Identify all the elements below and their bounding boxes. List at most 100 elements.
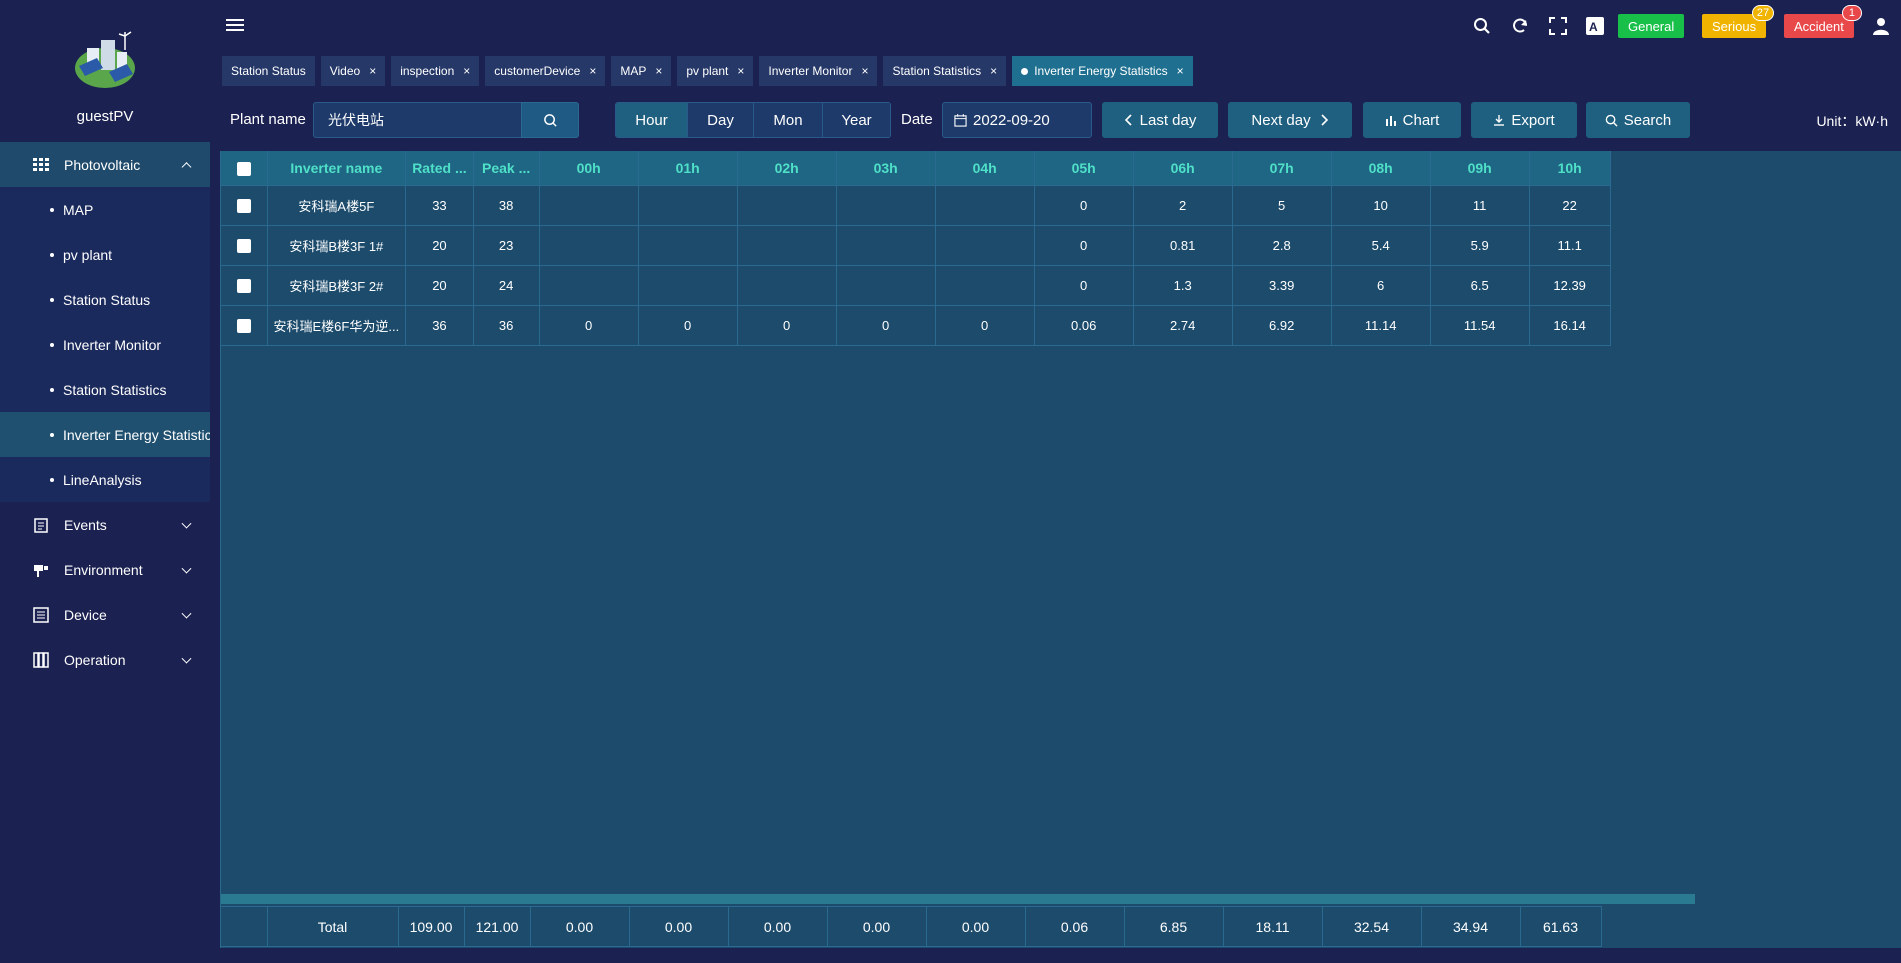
sidebar-item-label: LineAnalysis xyxy=(63,471,142,488)
menu-photovoltaic[interactable]: Photovoltaic xyxy=(0,142,210,187)
chevron-right-icon xyxy=(1319,114,1329,126)
period-year-button[interactable]: Year xyxy=(823,103,890,137)
search-icon[interactable] xyxy=(1472,16,1492,36)
table-row[interactable]: 安科瑞A楼5F 33 38 0 2 5 10 11 22 xyxy=(221,185,1611,226)
close-icon[interactable]: × xyxy=(463,64,470,78)
translate-icon[interactable]: A xyxy=(1585,16,1605,36)
select-all-checkbox[interactable] xyxy=(221,151,268,186)
table-cell xyxy=(836,225,936,266)
alarm-general-button[interactable]: General xyxy=(1618,14,1685,38)
tab-map[interactable]: MAP × xyxy=(611,56,672,86)
search-button[interactable]: Search xyxy=(1586,102,1690,138)
menu-label: Events xyxy=(64,516,107,533)
column-header[interactable]: 08h xyxy=(1331,151,1431,186)
date-picker[interactable]: 2022-09-20 xyxy=(942,102,1092,138)
total-cell: Total xyxy=(267,906,399,947)
column-header[interactable]: 02h xyxy=(737,151,837,186)
close-icon[interactable]: × xyxy=(655,64,662,78)
tab-bar: Station Status Video × inspection × custom… xyxy=(222,56,1193,86)
column-header[interactable]: 04h xyxy=(935,151,1035,186)
horizontal-scrollbar[interactable] xyxy=(221,894,1695,904)
fullscreen-icon[interactable] xyxy=(1548,16,1568,36)
row-checkbox[interactable] xyxy=(221,265,268,306)
total-cell: 121.00 xyxy=(464,906,531,947)
period-mon-button[interactable]: Mon xyxy=(754,103,823,137)
column-header[interactable]: 01h xyxy=(638,151,738,186)
plant-name-value: 光伏电站 xyxy=(328,112,384,128)
tab-label: Station Statistics xyxy=(892,64,982,78)
alarm-label: General xyxy=(1628,18,1675,34)
column-header[interactable]: 07h xyxy=(1232,151,1332,186)
column-header[interactable]: Inverter name xyxy=(267,151,407,186)
close-icon[interactable]: × xyxy=(1177,64,1184,78)
alarm-accident-button[interactable]: Accident 1 xyxy=(1784,5,1862,38)
chevron-left-icon xyxy=(1124,114,1134,126)
table-cell: 3.39 xyxy=(1232,265,1332,306)
menu-label: Device xyxy=(64,606,107,623)
column-header[interactable]: 09h xyxy=(1430,151,1530,186)
button-label: Search xyxy=(1623,111,1672,129)
table-row[interactable]: 安科瑞E楼6F华为逆... 36 36 0 0 0 0 0 0.06 2.74 6.92 11.14 1… xyxy=(221,305,1611,346)
plant-name-input[interactable]: 光伏电站 xyxy=(313,102,523,138)
period-hour-button[interactable]: Hour xyxy=(616,103,688,137)
total-table: Total 109.00 121.00 0.00 0.00 0.00 0.00 0.00 0.0… xyxy=(221,906,1602,947)
close-icon[interactable]: × xyxy=(861,64,868,78)
sidebar-item-inverter-monitor[interactable]: Inverter Monitor xyxy=(0,322,210,367)
tab-pv-plant[interactable]: pv plant × xyxy=(677,56,754,86)
menu-events[interactable]: Events xyxy=(0,502,210,547)
menu-label: Operation xyxy=(64,651,126,668)
table-header-row: Inverter name Rated ... Peak ... 00h 01h 02h 0… xyxy=(221,151,1611,186)
refresh-icon[interactable] xyxy=(1510,16,1530,36)
column-header[interactable]: 06h xyxy=(1133,151,1233,186)
column-header[interactable]: 05h xyxy=(1034,151,1134,186)
bullet-icon xyxy=(50,297,54,302)
close-icon[interactable]: × xyxy=(737,64,744,78)
tab-video[interactable]: Video × xyxy=(320,56,386,86)
sidebar-item-lineanalysis[interactable]: LineAnalysis xyxy=(0,457,210,502)
total-cell: 109.00 xyxy=(398,906,465,947)
tab-inverter-monitor[interactable]: Inverter Monitor × xyxy=(759,56,878,86)
column-header[interactable]: Peak ... xyxy=(473,151,540,186)
download-icon xyxy=(1493,114,1505,126)
tab-station-statistics[interactable]: Station Statistics × xyxy=(883,56,1007,86)
sidebar-item-inverter-energy-statistics[interactable]: Inverter Energy Statistics xyxy=(0,412,210,457)
tab-station-status[interactable]: Station Status xyxy=(222,56,315,86)
close-icon[interactable]: × xyxy=(990,64,997,78)
table-cell xyxy=(935,225,1035,266)
row-checkbox[interactable] xyxy=(221,305,268,346)
table-cell: 20 xyxy=(405,265,474,306)
alarm-serious-button[interactable]: Serious 27 xyxy=(1702,5,1775,38)
user-icon[interactable] xyxy=(1871,16,1891,36)
column-header[interactable]: 00h xyxy=(539,151,639,186)
period-day-button[interactable]: Day xyxy=(688,103,754,137)
bullet-icon xyxy=(50,387,54,392)
row-checkbox[interactable] xyxy=(221,225,268,266)
export-button[interactable]: Export xyxy=(1471,102,1577,138)
tab-inverter-energy-statistics[interactable]: Inverter Energy Statistics × xyxy=(1012,56,1193,86)
menu-operation[interactable]: Operation xyxy=(0,637,210,682)
menu-environment[interactable]: Environment xyxy=(0,547,210,592)
sidebar-item-station-status[interactable]: Station Status xyxy=(0,277,210,322)
last-day-button[interactable]: Last day xyxy=(1102,102,1218,138)
sidebar-item-map[interactable]: MAP xyxy=(0,187,210,232)
table-row[interactable]: 安科瑞B楼3F 2# 20 24 0 1.3 3.39 6 6.5 12.39 xyxy=(221,265,1611,306)
column-header[interactable]: 03h xyxy=(836,151,936,186)
column-header[interactable]: 10h xyxy=(1529,151,1611,186)
active-dot-icon xyxy=(1021,67,1029,75)
table-row[interactable]: 安科瑞B楼3F 1# 20 23 0 0.81 2.8 5.4 5.9 11.1 xyxy=(221,225,1611,266)
svg-text:A: A xyxy=(1589,20,1598,34)
row-checkbox[interactable] xyxy=(221,185,268,226)
total-cell: 0.00 xyxy=(530,906,630,947)
chart-button[interactable]: Chart xyxy=(1363,102,1461,138)
next-day-button[interactable]: Next day xyxy=(1228,102,1352,138)
column-header[interactable]: Rated ... xyxy=(405,151,474,186)
tab-customerdevice[interactable]: customerDevice × xyxy=(485,56,606,86)
sidebar-item-station-statistics[interactable]: Station Statistics xyxy=(0,367,210,412)
close-icon[interactable]: × xyxy=(589,64,596,78)
tab-inspection[interactable]: inspection × xyxy=(391,56,480,86)
sidebar-item-pv-plant[interactable]: pv plant xyxy=(0,232,210,277)
menu-toggle-icon[interactable] xyxy=(226,19,244,33)
plant-search-button[interactable] xyxy=(521,102,579,138)
close-icon[interactable]: × xyxy=(369,64,376,78)
menu-device[interactable]: Device xyxy=(0,592,210,637)
